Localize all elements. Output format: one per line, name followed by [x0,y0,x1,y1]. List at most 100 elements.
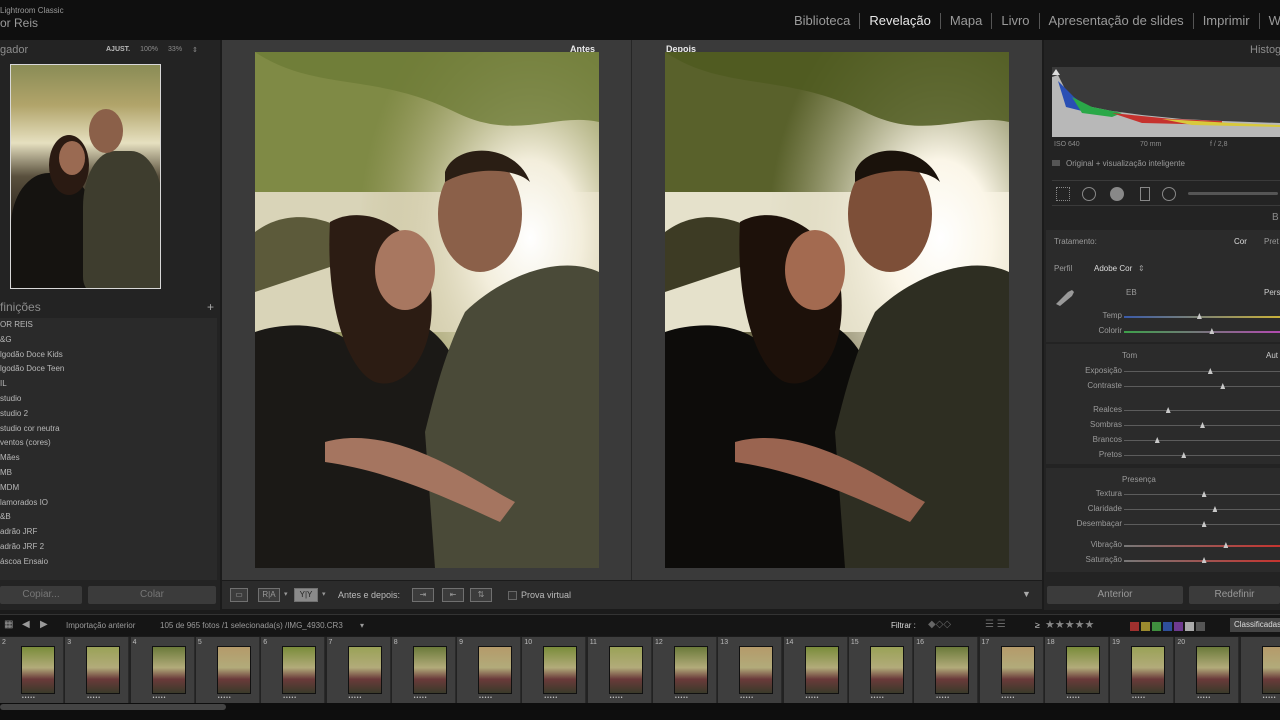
filmstrip-cell[interactable]: 11 ••••• [587,637,652,703]
thumbnail[interactable] [1196,646,1231,694]
preset-item[interactable]: &B [0,510,217,525]
adjustment-slider[interactable] [1124,542,1280,548]
adjustment-slider[interactable] [1124,521,1280,527]
preset-item[interactable]: MB [0,466,217,481]
spot-removal-icon[interactable] [1082,187,1096,201]
swap-before-after-icon[interactable]: ⇅ [470,588,492,602]
profile-dropdown-icon[interactable]: ⇕ [1138,264,1145,273]
filmstrip-cell[interactable]: 5 ••••• [195,637,260,703]
flag-filter-icon[interactable]: ◆◇◇ [928,619,951,630]
soft-proof-checkbox[interactable] [508,591,517,600]
thumbnail[interactable] [804,646,839,694]
adjustment-slider[interactable] [1124,407,1280,413]
adjustment-slider[interactable] [1124,491,1280,497]
filmstrip-cell[interactable]: 8 ••••• [391,637,456,703]
thumbnail[interactable] [86,646,121,694]
filmstrip-cell[interactable]: 9 ••••• [457,637,522,703]
filmstrip-cell[interactable]: 16 ••••• [914,637,979,703]
preset-item[interactable]: Mães [0,451,217,466]
copy-button[interactable]: Copiar... [0,586,82,604]
treatment-bw-option[interactable]: Pret [1264,237,1279,246]
adjustment-slider[interactable] [1124,506,1280,512]
rating-operator[interactable]: ≥ [1035,620,1040,630]
copy-before-to-after-icon[interactable]: ⇥ [412,588,434,602]
thumbnail[interactable] [739,646,774,694]
wb-select[interactable]: Pers [1264,288,1280,297]
toolbar-menu-icon[interactable]: ▼ [1022,589,1031,599]
thumbnail[interactable] [869,646,904,694]
back-arrow-icon[interactable]: ◀ [22,619,30,630]
basic-section-title[interactable]: B [1272,212,1279,223]
filmstrip-cell[interactable]: 12 ••••• [653,637,717,703]
navigator-preview[interactable] [10,64,161,289]
zoom-100-option[interactable]: 100% [140,46,158,54]
filmstrip-cell[interactable]: 15 ••••• [848,637,913,703]
preset-item[interactable]: &G [0,333,217,348]
filmstrip-cell[interactable]: 2 ••••• [0,637,64,703]
thumbnail[interactable] [347,646,382,694]
preset-item[interactable]: lgodão Doce Kids [0,348,217,363]
thumbnail[interactable] [478,646,513,694]
module-develop[interactable]: Revelação [860,13,941,29]
filmstrip-cell[interactable]: 14 ••••• [783,637,848,703]
thumbnail[interactable] [608,646,643,694]
filmstrip-cell[interactable]: 7 ••••• [326,637,391,703]
preset-item[interactable]: MDM [0,481,217,496]
module-slideshow[interactable]: Apresentação de slides [1040,13,1194,29]
module-map[interactable]: Mapa [941,13,993,29]
thumbnail[interactable] [543,646,578,694]
radial-filter-icon[interactable] [1162,187,1176,201]
preset-item[interactable]: IL [0,377,217,392]
histogram[interactable] [1052,67,1280,137]
before-photo[interactable] [255,52,599,568]
crop-tool-icon[interactable] [1056,187,1070,201]
preset-item[interactable]: adrão JRF 2 [0,540,217,555]
edit-filter-icon[interactable]: ☰ ☰ [985,619,1006,630]
before-after-lr-button[interactable]: R|A [258,588,280,602]
preset-item[interactable]: lamorados IO [0,496,217,511]
filmstrip-cell[interactable]: 18 ••••• [1044,637,1109,703]
before-after-split-button[interactable]: Y|Y [294,588,318,602]
adjustment-slider[interactable] [1124,452,1280,458]
module-book[interactable]: Livro [992,13,1040,29]
preset-item[interactable]: OR REIS [0,318,217,333]
add-preset-icon[interactable]: + [207,300,214,314]
thumbnail[interactable] [935,646,970,694]
profile-select[interactable]: Adobe Cor [1094,264,1132,273]
filmstrip-cell[interactable]: 19 ••••• [1110,637,1175,703]
filmstrip-cell[interactable]: 10 ••••• [522,637,587,703]
preset-item[interactable]: áscoa Ensaio [0,555,217,570]
module-library[interactable]: Biblioteca [794,13,861,29]
thumbnail[interactable] [282,646,317,694]
grid-icon[interactable]: ▦ [4,619,13,630]
thumbnail[interactable] [151,646,186,694]
paste-button[interactable]: Colar [88,586,216,604]
filmstrip-cell[interactable]: 17 ••••• [979,637,1044,703]
filmstrip-cell[interactable]: 13 ••••• [718,637,783,703]
filmstrip-cell[interactable]: ••••• [1240,637,1280,703]
previous-button[interactable]: Anterior [1047,586,1183,604]
photo-count[interactable]: 105 de 965 fotos /1 selecionada(s) /IMG_… [160,621,343,630]
after-photo[interactable] [665,52,1009,568]
color-filter[interactable] [1130,622,1205,631]
treatment-color-option[interactable]: Cor [1234,237,1247,246]
filter-preset-select[interactable]: Classificadas [1230,618,1280,632]
module-web[interactable]: W [1260,13,1280,29]
loupe-view-button[interactable]: ▭ [230,588,248,602]
preset-item[interactable]: studio [0,392,217,407]
brush-slider[interactable] [1188,192,1278,195]
preset-item[interactable]: studio 2 [0,407,217,422]
copy-after-to-before-icon[interactable]: ⇤ [442,588,464,602]
adjustment-slider[interactable] [1124,368,1280,374]
preset-item[interactable]: adrão JRF [0,525,217,540]
thumbnail[interactable] [1131,646,1166,694]
module-print[interactable]: Imprimir [1194,13,1260,29]
navigator-header[interactable]: gador AJUST. 100% 33% ⇕ [0,40,220,60]
adjustment-slider[interactable] [1124,383,1280,389]
thumbnail[interactable] [1000,646,1035,694]
red-eye-icon[interactable] [1110,187,1124,201]
adjustment-slider[interactable] [1124,557,1280,563]
preset-item[interactable]: ventos (cores) [0,436,217,451]
view-dropdown-icon[interactable]: ▾ [284,590,288,598]
presets-header[interactable]: finições + [0,300,218,318]
